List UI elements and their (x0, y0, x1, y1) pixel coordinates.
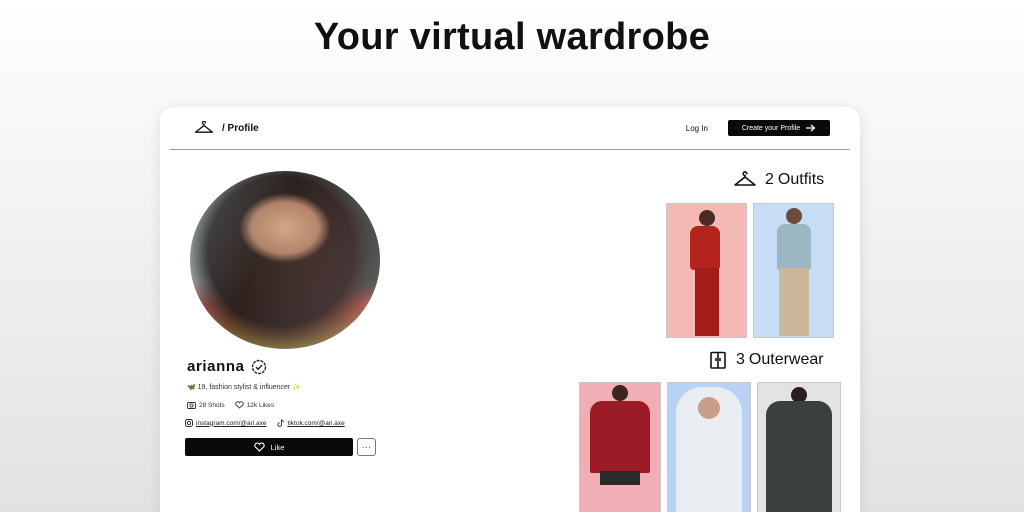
instagram-icon (185, 419, 193, 427)
like-button[interactable]: Like (185, 438, 353, 456)
like-label: Like (270, 442, 285, 452)
outfit-card[interactable] (666, 203, 747, 338)
top-nav: / Profile Log In Create your Profile (170, 107, 850, 150)
avatar (190, 171, 380, 349)
hero-title: Your virtual wardrobe (313, 16, 711, 58)
camera-icon (187, 402, 196, 409)
heart-icon (253, 442, 265, 452)
bio: 🦋 19, fashion stylist & influencer ✨ (187, 384, 301, 391)
outfits-header: 2 Outfits (733, 171, 824, 189)
instagram-handle: instagram.com/@ari.axe (196, 419, 267, 427)
tiktok-handle: tiktok.com/@ari.axe (287, 419, 345, 427)
tiktok-icon (277, 419, 284, 427)
outerwear-card[interactable] (579, 382, 661, 512)
likes-stat: 12k Likes (234, 401, 275, 409)
tiktok-link[interactable]: tiktok.com/@ari.axe (277, 419, 345, 427)
create-profile-button[interactable]: Create your Profile (728, 120, 830, 136)
outfit-card[interactable] (753, 203, 834, 338)
create-profile-label: Create your Profile (741, 124, 801, 132)
username: arianna (187, 358, 245, 375)
outerwear-count: 3 (736, 351, 745, 368)
outerwear-card[interactable] (757, 382, 841, 512)
likes-count: 12k Likes (246, 401, 275, 409)
app-window: / Profile Log In Create your Profile ari… (160, 107, 860, 512)
hanger-icon (195, 121, 213, 133)
shots-stat: 28 Shots (187, 401, 225, 409)
outfits-label: Outfits (777, 171, 825, 188)
brand[interactable]: / Profile (194, 121, 259, 135)
heart-icon (234, 401, 244, 409)
shots-count: 28 Shots (199, 401, 225, 409)
outerwear-header: 3 Outerwear (708, 350, 824, 370)
verified-badge-icon (251, 359, 266, 374)
outfits-count: 2 (765, 171, 774, 188)
login-link[interactable]: Log In (686, 124, 708, 133)
instagram-link[interactable]: instagram.com/@ari.axe (185, 419, 267, 427)
breadcrumb: / Profile (222, 122, 259, 134)
outerwear-card[interactable] (667, 382, 751, 512)
outerwear-label: Outerwear (748, 351, 824, 368)
arrow-right-icon (806, 124, 816, 132)
hanger-icon (734, 171, 756, 186)
more-options-button[interactable]: ··· (357, 438, 376, 456)
wardrobe-icon (710, 351, 726, 369)
